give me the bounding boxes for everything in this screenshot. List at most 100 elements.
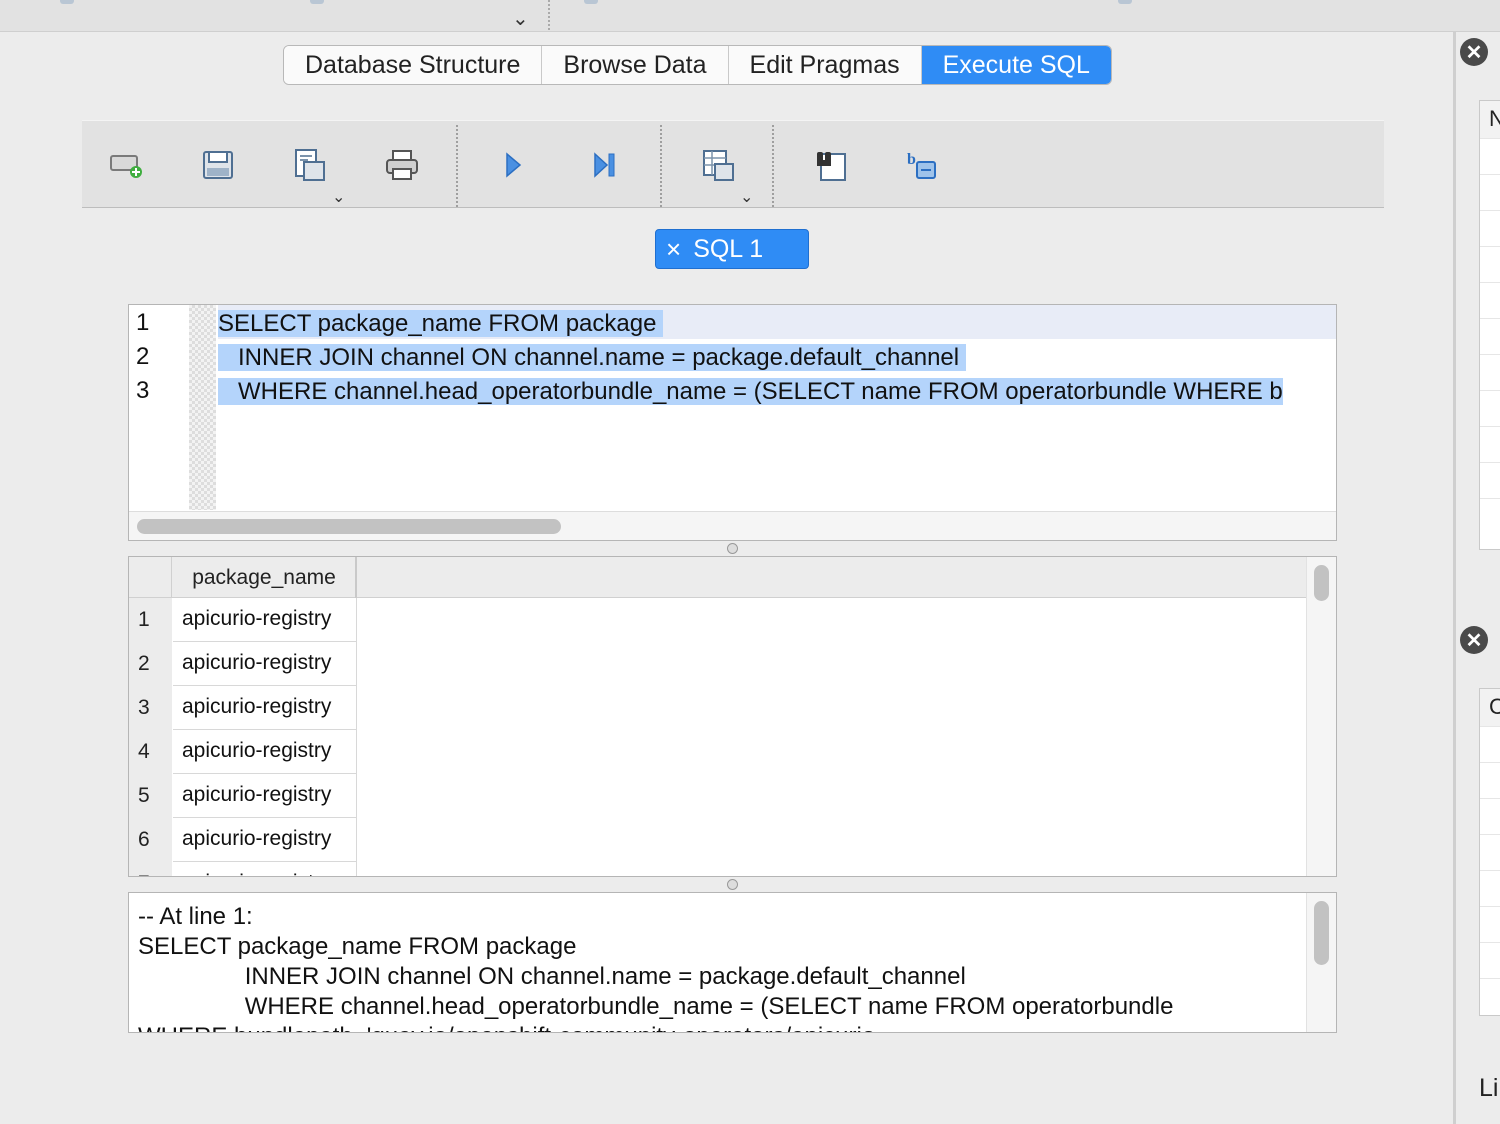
list-item[interactable]	[1480, 835, 1500, 871]
app-window: ⌄ Database Structure Browse Data Edit Pr…	[0, 0, 1500, 1124]
code-line[interactable]: INNER JOIN channel ON channel.name = pac…	[218, 339, 1336, 373]
scrollbar-thumb[interactable]	[1314, 901, 1329, 965]
scrollbar-thumb[interactable]	[1314, 565, 1329, 601]
close-icon[interactable]: ×	[666, 236, 681, 262]
list-item[interactable]	[1480, 283, 1500, 319]
table-cell[interactable]: apicurio-registry	[173, 862, 357, 876]
list-item[interactable]	[1480, 763, 1500, 799]
log-line: SELECT package_name FROM package	[138, 933, 577, 960]
find-replace-icon[interactable]: b	[902, 147, 942, 183]
dock-divider[interactable]	[1453, 32, 1456, 1124]
table-cell[interactable]: apicurio-registry	[173, 774, 357, 818]
selected-text: SELECT package_name FROM package	[218, 310, 664, 337]
list-item[interactable]	[1480, 319, 1500, 355]
list-item[interactable]	[1480, 727, 1500, 763]
row-number[interactable]: 3	[129, 686, 172, 730]
list-item[interactable]	[1480, 463, 1500, 499]
results-grid[interactable]: package_name 1 apicurio-registry 2 apicu…	[128, 556, 1337, 877]
row-number[interactable]: 1	[129, 598, 172, 642]
sql-code-area[interactable]: SELECT package_name FROM package INNER J…	[218, 305, 1336, 510]
close-icon[interactable]: ✕	[1460, 626, 1488, 654]
table-cell[interactable]: apicurio-registry	[173, 598, 357, 642]
log-vertical-scrollbar[interactable]	[1306, 893, 1336, 1032]
list-item[interactable]	[1480, 943, 1500, 979]
find-icon[interactable]	[810, 147, 850, 183]
line-number: 2	[136, 343, 150, 370]
open-tab-icon[interactable]	[106, 147, 146, 183]
toolbar-separator	[456, 125, 458, 207]
tab-execute-sql[interactable]: Execute SQL	[921, 46, 1111, 84]
splitter-handle[interactable]	[727, 543, 738, 554]
table-cell[interactable]: apicurio-registry	[173, 642, 357, 686]
table-row[interactable]: 5 apicurio-registry	[129, 774, 359, 818]
code-line[interactable]: SELECT package_name FROM package	[218, 305, 1336, 339]
list-item[interactable]	[1480, 139, 1500, 175]
table-cell[interactable]: apicurio-registry	[173, 686, 357, 730]
scrollbar-thumb[interactable]	[137, 519, 561, 534]
toolbar-icon-partial[interactable]	[310, 0, 324, 4]
table-cell[interactable]: apicurio-registry	[173, 730, 357, 774]
tab-edit-pragmas[interactable]: Edit Pragmas	[728, 46, 922, 84]
list-item[interactable]	[1480, 907, 1500, 943]
save-results-dropdown-chevron-icon[interactable]: ⌄	[740, 187, 753, 207]
table-row[interactable]: 6 apicurio-registry	[129, 818, 359, 862]
table-row[interactable]: 1 apicurio-registry	[129, 598, 359, 642]
print-icon[interactable]	[382, 147, 422, 183]
tab-database-structure[interactable]: Database Structure	[284, 46, 543, 84]
dock-panel-top-header-text: N	[1489, 106, 1500, 131]
list-item[interactable]	[1480, 871, 1500, 907]
row-number[interactable]: 2	[129, 642, 172, 686]
list-item[interactable]	[1480, 247, 1500, 283]
row-number[interactable]: 5	[129, 774, 172, 818]
table-row[interactable]: 3 apicurio-registry	[129, 686, 359, 730]
row-number[interactable]: 7	[129, 862, 172, 876]
list-item[interactable]	[1480, 175, 1500, 211]
toolbar-separator	[660, 125, 662, 207]
execute-current-line-icon[interactable]	[585, 147, 625, 183]
list-item[interactable]	[1480, 211, 1500, 247]
save-results-icon[interactable]	[698, 147, 738, 183]
sql-editor-tab[interactable]: × SQL 1	[655, 229, 809, 269]
list-item[interactable]	[1480, 799, 1500, 835]
toolbar-icon-partial[interactable]	[584, 0, 598, 4]
fold-margin[interactable]	[189, 305, 216, 510]
close-icon[interactable]: ✕	[1460, 38, 1488, 66]
toolbar-icon-partial[interactable]	[60, 0, 74, 4]
row-number[interactable]: 6	[129, 818, 172, 862]
column-header-package-name[interactable]: package_name	[173, 557, 357, 598]
dock-panel-top[interactable]	[1479, 100, 1500, 550]
tab-browse-data[interactable]: Browse Data	[542, 46, 729, 84]
row-number[interactable]: 4	[129, 730, 172, 774]
list-item[interactable]	[1480, 391, 1500, 427]
results-header: package_name	[129, 557, 1307, 598]
open-sql-file-icon[interactable]	[198, 147, 238, 183]
log-line: INNER JOIN channel ON channel.name = pac…	[138, 963, 966, 990]
message-log[interactable]: -- At line 1: SELECT package_name FROM p…	[128, 892, 1337, 1033]
log-line: -- At line 1:	[138, 903, 253, 930]
editor-horizontal-scrollbar[interactable]	[129, 511, 1336, 540]
code-line[interactable]: WHERE channel.head_operatorbundle_name =…	[218, 373, 1336, 407]
dock-panel-bottom[interactable]	[1479, 688, 1500, 1016]
main-tab-bar: Database Structure Browse Data Edit Prag…	[283, 45, 1112, 85]
list-item[interactable]	[1480, 427, 1500, 463]
results-vertical-scrollbar[interactable]	[1306, 557, 1336, 876]
list-item[interactable]	[1480, 355, 1500, 391]
line-number-gutter: 1 2 3	[129, 305, 189, 510]
toolbar-separator	[772, 125, 774, 207]
log-line: WHERE channel.head_operatorbundle_name =…	[138, 993, 1174, 1020]
header-corner[interactable]	[129, 557, 172, 598]
execute-all-icon[interactable]	[493, 147, 533, 183]
sql-editor-tab-label: SQL 1	[693, 234, 764, 263]
sql-editor[interactable]: 1 2 3 SELECT package_name FROM package I…	[128, 304, 1337, 541]
table-row[interactable]: 4 apicurio-registry	[129, 730, 359, 774]
save-sql-dropdown-chevron-icon[interactable]: ⌄	[332, 187, 345, 207]
toolbar-icon-partial[interactable]	[1118, 0, 1132, 4]
table-row[interactable]: 7 apicurio-registry	[129, 862, 359, 876]
chevron-down-icon[interactable]: ⌄	[512, 6, 529, 31]
table-cell[interactable]: apicurio-registry	[173, 818, 357, 862]
save-sql-file-icon[interactable]	[289, 147, 329, 183]
splitter-handle[interactable]	[727, 879, 738, 890]
main-toolbar-strip: ⌄	[0, 0, 1500, 32]
table-row[interactable]: 2 apicurio-registry	[129, 642, 359, 686]
line-number: 3	[136, 377, 150, 404]
